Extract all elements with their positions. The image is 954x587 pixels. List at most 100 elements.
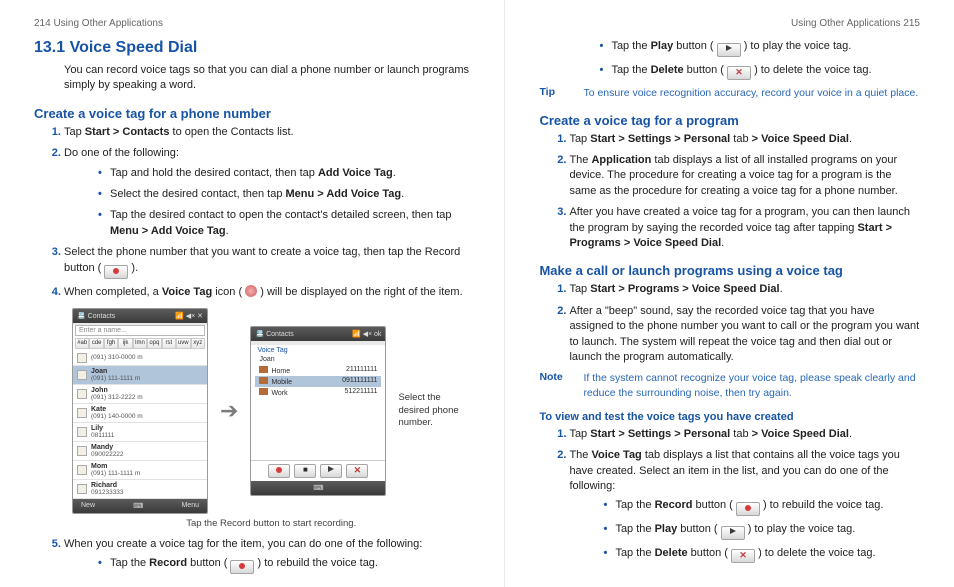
bold: > Voice Speed Dial bbox=[752, 428, 849, 440]
step-4: When completed, a Voice Tag icon ( ) wil… bbox=[64, 285, 470, 300]
bullet: Tap and hold the desired contact, then t… bbox=[98, 166, 470, 181]
bullet: Tap the Delete button ( ✕ ) to delete th… bbox=[599, 63, 920, 80]
bullet: Tap the Play button ( ) to play the voic… bbox=[603, 522, 920, 540]
phone-titlebar: 📇 Contacts📶 ◀× ok bbox=[251, 327, 385, 341]
play-button-icon bbox=[320, 464, 342, 478]
delete-button-icon: ✕ bbox=[731, 549, 755, 563]
txt: Tap and hold the desired contact, then t… bbox=[110, 167, 318, 179]
num: (091) 140-0000 bbox=[91, 413, 135, 420]
k: uvw bbox=[176, 338, 190, 349]
k: xyz bbox=[191, 338, 205, 349]
txt: to open the Contacts list. bbox=[169, 126, 293, 138]
page-left: 214 Using Other Applications 13.1 Voice … bbox=[0, 0, 504, 587]
name: Joan bbox=[91, 368, 140, 375]
txt: Tap bbox=[569, 283, 590, 295]
txt: ) to rebuild the voice tag. bbox=[760, 499, 884, 511]
delete-button-icon: ✕ bbox=[727, 66, 751, 80]
txt: button ( bbox=[684, 64, 727, 76]
step: After you have created a voice tag for a… bbox=[569, 205, 920, 251]
arrow-icon: ➔ bbox=[220, 398, 238, 424]
record-button-icon bbox=[104, 265, 128, 279]
step: Tap Start > Settings > Personal tab > Vo… bbox=[569, 132, 920, 147]
page-right: Using Other Applications 215 Tap the Pla… bbox=[504, 0, 954, 587]
lbl: m bbox=[137, 354, 142, 361]
subhead-create-phone: Create a voice tag for a phone number bbox=[34, 106, 470, 121]
subhead-view-test: To view and test the voice tags you have… bbox=[539, 411, 920, 423]
vt-head: Voice Tag bbox=[255, 345, 381, 356]
contact-list: (091) 310-0000 m Joan(091) 111-1111 m Jo… bbox=[73, 351, 207, 499]
tip-text: To ensure voice recognition accuracy, re… bbox=[583, 86, 920, 101]
txt: Tap bbox=[569, 428, 590, 440]
record-button-icon bbox=[736, 502, 760, 516]
name: Lily bbox=[91, 425, 114, 432]
txt: button ( bbox=[692, 499, 735, 511]
tip-block: Tip To ensure voice recognition accuracy… bbox=[539, 86, 920, 101]
play-button-icon bbox=[717, 43, 741, 57]
bullet: Tap the Delete button ( ✕ ) to delete th… bbox=[603, 546, 920, 563]
txt: . bbox=[401, 188, 404, 200]
txt: . bbox=[849, 133, 852, 145]
step: Tap Start > Settings > Personal tab > Vo… bbox=[569, 427, 920, 442]
voice-tag-icon bbox=[245, 285, 257, 297]
txt: button ( bbox=[187, 557, 230, 569]
steps-view-test: Tap Start > Settings > Personal tab > Vo… bbox=[539, 427, 920, 564]
play-button-icon bbox=[721, 526, 745, 540]
num: (091) 312-2222 bbox=[91, 394, 135, 401]
stop-button-icon: ■ bbox=[294, 464, 316, 478]
txt: The bbox=[569, 449, 591, 461]
bold: Start > Settings > Personal bbox=[590, 133, 730, 145]
record-button-icon bbox=[268, 464, 290, 478]
txt: Tap the bbox=[611, 40, 650, 52]
lbl: m bbox=[135, 375, 140, 382]
steps-create-phone-cont: When you create a voice tag for the item… bbox=[34, 537, 470, 574]
record-button-icon bbox=[230, 560, 254, 574]
num: 0811111 bbox=[91, 432, 114, 439]
step: Tap Start > Programs > Voice Speed Dial. bbox=[569, 282, 920, 297]
section-title: 13.1 Voice Speed Dial bbox=[34, 39, 470, 57]
lbl: m bbox=[137, 394, 142, 401]
bold: Start > Contacts bbox=[85, 126, 170, 138]
bold: Application bbox=[591, 154, 651, 166]
step: After a "beep" sound, say the recorded v… bbox=[569, 304, 920, 366]
note-label: Note bbox=[539, 371, 573, 400]
name: Richard bbox=[91, 482, 124, 489]
bold: Delete bbox=[655, 547, 688, 559]
lbl: Mobile bbox=[271, 379, 292, 386]
num: 091233333 bbox=[91, 489, 124, 496]
bullet: Select the desired contact, then tap Men… bbox=[98, 187, 470, 202]
screenshot-voice-tag: 📇 Contacts📶 ◀× ok Voice Tag Joan Home 211… bbox=[250, 326, 386, 496]
sub-bullets: Tap and hold the desired contact, then t… bbox=[98, 166, 470, 240]
step: The Application tab displays a list of a… bbox=[569, 153, 920, 199]
name: Mandy bbox=[91, 444, 124, 451]
phone-titlebar: 📇 Contacts📶 ◀× ✕ bbox=[73, 309, 207, 323]
bullet: Tap the Record button ( ) to rebuild the… bbox=[98, 556, 470, 574]
bullet: Tap the Record button ( ) to rebuild the… bbox=[603, 498, 920, 516]
txt: Tap the bbox=[110, 557, 149, 569]
txt: . bbox=[780, 283, 783, 295]
txt: Tap the bbox=[615, 499, 654, 511]
vt-name: Joan bbox=[255, 356, 381, 365]
txt: ) to rebuild the voice tag. bbox=[254, 557, 378, 569]
txt: When completed, a bbox=[64, 286, 162, 298]
num: 211111111 bbox=[346, 366, 377, 375]
runner-right: Using Other Applications 215 bbox=[539, 18, 920, 29]
bold: Play bbox=[651, 40, 674, 52]
bullet: Tap the desired contact to open the cont… bbox=[98, 208, 470, 239]
txt: The bbox=[569, 154, 591, 166]
steps-create-phone: Tap Start > Contacts to open the Contact… bbox=[34, 125, 470, 300]
lbl: Home bbox=[271, 368, 290, 375]
txt: . bbox=[849, 428, 852, 440]
step-2: Do one of the following: Tap and hold th… bbox=[64, 146, 470, 239]
txt: Tap bbox=[64, 126, 85, 138]
note-block: Note If the system cannot recognize your… bbox=[539, 371, 920, 400]
txt: ) will be displayed on the right of the … bbox=[257, 286, 462, 298]
step-1: Tap Start > Contacts to open the Contact… bbox=[64, 125, 470, 140]
bold: Menu > Add Voice Tag bbox=[286, 188, 402, 200]
num: (091) 310-0000 bbox=[91, 354, 135, 361]
txt: . bbox=[226, 225, 229, 237]
num: 090022222 bbox=[91, 451, 124, 458]
num: 512211111 bbox=[344, 388, 377, 397]
tip-label: Tip bbox=[539, 86, 573, 101]
txt: ) to play the voice tag. bbox=[741, 40, 852, 52]
ok: ok bbox=[374, 331, 381, 338]
